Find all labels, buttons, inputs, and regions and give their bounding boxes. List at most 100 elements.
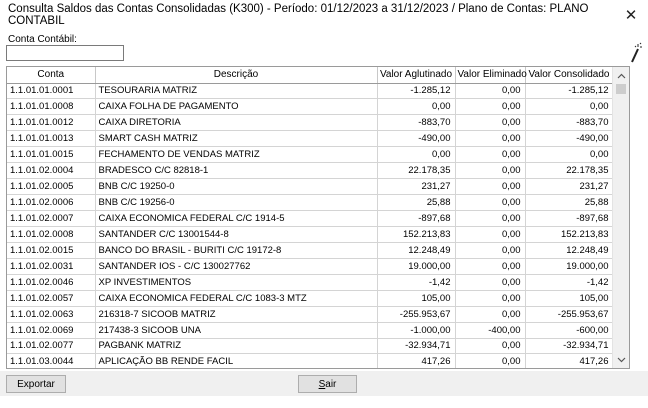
consolidated-value-cell: 105,00	[525, 290, 614, 307]
column-header-conta[interactable]: Conta	[7, 67, 96, 84]
aggregated-value-cell: 231,27	[377, 178, 456, 196]
account-code-cell: 1.1.01.01.0001	[7, 83, 96, 100]
table-row[interactable]: 1.1.01.01.0013 SMART CASH MATRIZ -490,00 0,…	[7, 130, 614, 148]
eliminated-value-cell: 0,00	[455, 162, 526, 180]
exit-button[interactable]: Sair	[298, 375, 357, 393]
consolidated-value-cell: -897,68	[525, 210, 614, 227]
eliminated-value-cell: 0,00	[455, 258, 526, 275]
table-row[interactable]: 1.1.01.02.0069 217438-3 SICOOB UNA -1.000,…	[7, 322, 614, 339]
description-cell: FECHAMENTO DE VENDAS MATRIZ	[95, 146, 378, 164]
title-bar: Consulta Saldos das Contas Consolidadas …	[0, 0, 648, 30]
account-filter-input[interactable]	[6, 45, 124, 61]
account-code-cell: 1.1.01.02.0063	[7, 306, 96, 323]
description-cell: CAIXA FOLHA DE PAGAMENTO	[95, 98, 378, 116]
description-cell: CAIXA DIRETORIA	[95, 114, 378, 132]
consolidated-value-cell: 25,88	[525, 194, 614, 211]
account-code-cell: 1.1.01.02.0015	[7, 242, 96, 259]
table-row[interactable]: 1.1.01.02.0005 BNB C/C 19250-0 231,27 0,00 2…	[7, 178, 614, 196]
description-cell: BNB C/C 19256-0	[95, 194, 378, 211]
column-header-valor-consolidado[interactable]: Valor Consolidado	[525, 67, 614, 84]
export-button[interactable]: Exportar	[6, 375, 66, 393]
account-code-cell: 1.1.01.01.0015	[7, 146, 96, 164]
aggregated-value-cell: 152.213,83	[377, 226, 456, 243]
description-cell: TESOURARIA MATRIZ	[95, 83, 378, 100]
eliminated-value-cell: 0,00	[455, 114, 526, 132]
consolidated-value-cell: 19.000,00	[525, 258, 614, 275]
eliminated-value-cell: 0,00	[455, 353, 526, 368]
account-filter-label: Conta Contábil:	[8, 34, 77, 45]
consolidated-value-cell: 152.213,83	[525, 226, 614, 243]
aggregated-value-cell: 0,00	[377, 146, 456, 164]
table-row[interactable]: 1.1.01.02.0046 XP INVESTIMENTOS -1,42 0,00-…	[7, 274, 614, 291]
account-code-cell: 1.1.01.03.0044	[7, 353, 96, 368]
aggregated-value-cell: 417,26	[377, 353, 456, 368]
table-row[interactable]: 1.1.01.02.0031 SANTANDER IOS - C/C 130027…	[7, 258, 614, 275]
description-cell: CAIXA ECONOMICA FEDERAL C/C 1914-5	[95, 210, 378, 227]
eliminated-value-cell: 0,00	[455, 146, 526, 164]
column-header-descricao[interactable]: Descrição	[95, 67, 378, 84]
aggregated-value-cell: -897,68	[377, 210, 456, 227]
table-row[interactable]: 1.1.01.02.0063 216318-7 SICOOB MATRIZ -255…	[7, 306, 614, 323]
table-row[interactable]: 1.1.01.02.0008 SANTANDER C/C 13001544-8 15…	[7, 226, 614, 243]
consolidated-value-cell: -1.285,12	[525, 83, 614, 100]
consolidated-value-cell: -490,00	[525, 130, 614, 148]
eliminated-value-cell: 0,00	[455, 98, 526, 116]
account-code-cell: 1.1.01.02.0007	[7, 210, 96, 227]
table-row[interactable]: 1.1.01.01.0015 FECHAMENTO DE VENDAS MATRI…	[7, 146, 614, 164]
column-header-valor-eliminado[interactable]: Valor Eliminado	[455, 67, 527, 84]
table-row[interactable]: 1.1.01.02.0006 BNB C/C 19256-0 25,88 0,00 25…	[7, 194, 614, 211]
account-code-cell: 1.1.01.01.0008	[7, 98, 96, 116]
description-cell: XP INVESTIMENTOS	[95, 274, 378, 291]
eliminated-value-cell: -400,00	[455, 322, 526, 339]
aggregated-value-cell: -32.934,71	[377, 338, 456, 355]
consolidated-value-cell: 0,00	[525, 98, 614, 116]
eliminated-value-cell: 0,00	[455, 226, 526, 243]
table-row[interactable]: 1.1.01.02.0007 CAIXA ECONOMICA FEDERAL C/…	[7, 210, 614, 227]
aggregated-value-cell: -255.953,67	[377, 306, 456, 323]
scrollbar-thumb[interactable]	[616, 84, 626, 94]
accounts-grid[interactable]: Conta Descrição Valor Aglutinado Valor E…	[6, 66, 630, 369]
table-row[interactable]: 1.1.01.01.0012 CAIXA DIRETORIA -883,70 0,00…	[7, 114, 614, 132]
eliminated-value-cell: 0,00	[455, 83, 526, 100]
window-title: Consulta Saldos das Contas Consolidadas …	[8, 3, 589, 27]
consolidated-value-cell: 417,26	[525, 353, 614, 368]
close-icon[interactable]: ✕	[620, 4, 642, 26]
eliminated-value-cell: 0,00	[455, 178, 526, 196]
consolidated-value-cell: -32.934,71	[525, 338, 614, 355]
column-header-valor-aglutinado[interactable]: Valor Aglutinado	[377, 67, 456, 84]
aggregated-value-cell: -1,42	[377, 274, 456, 291]
table-row[interactable]: 1.1.01.02.0015 BANCO DO BRASIL - BURITI C…	[7, 242, 614, 259]
description-cell: 217438-3 SICOOB UNA	[95, 322, 378, 339]
description-cell: SANTANDER C/C 13001544-8	[95, 226, 378, 243]
eliminated-value-cell: 0,00	[455, 130, 526, 148]
description-cell: SMART CASH MATRIZ	[95, 130, 378, 148]
aggregated-value-cell: 25,88	[377, 194, 456, 211]
consolidated-value-cell: 22.178,35	[525, 162, 614, 180]
account-code-cell: 1.1.01.02.0077	[7, 338, 96, 355]
table-row[interactable]: 1.1.01.02.0004 BRADESCO C/C 82818-1 22.178…	[7, 162, 614, 180]
description-cell: PAGBANK MATRIZ	[95, 338, 378, 355]
table-row[interactable]: 1.1.01.02.0057 CAIXA ECONOMICA FEDERAL C/…	[7, 290, 614, 307]
description-cell: CAIXA ECONOMICA FEDERAL C/C 1083-3 MTZ	[95, 290, 378, 307]
table-row[interactable]: 1.1.01.02.0077 PAGBANK MATRIZ -32.934,71 0,…	[7, 338, 614, 355]
account-code-cell: 1.1.01.02.0057	[7, 290, 96, 307]
table-header-row: Conta Descrição Valor Aglutinado Valor E…	[7, 67, 614, 84]
description-cell: BANCO DO BRASIL - BURITI C/C 19172-8	[95, 242, 378, 259]
consolidated-value-cell: -883,70	[525, 114, 614, 132]
table-row[interactable]: 1.1.01.03.0044 APLICAÇÃO BB RENDE FACIL 41…	[7, 353, 614, 368]
consolidated-value-cell: 12.248,49	[525, 242, 614, 259]
aggregated-value-cell: 22.178,35	[377, 162, 456, 180]
account-code-cell: 1.1.01.02.0008	[7, 226, 96, 243]
description-cell: APLICAÇÃO BB RENDE FACIL	[95, 353, 378, 368]
chevron-up-icon[interactable]	[613, 67, 629, 84]
magic-wand-icon[interactable]	[628, 42, 642, 64]
aggregated-value-cell: 19.000,00	[377, 258, 456, 275]
account-code-cell: 1.1.01.02.0031	[7, 258, 96, 275]
table-row[interactable]: 1.1.01.01.0001 TESOURARIA MATRIZ -1.285,12…	[7, 83, 614, 100]
chevron-down-icon[interactable]	[613, 351, 629, 368]
description-cell: BRADESCO C/C 82818-1	[95, 162, 378, 180]
consolidated-value-cell: -255.953,67	[525, 306, 614, 323]
account-code-cell: 1.1.01.01.0013	[7, 130, 96, 148]
vertical-scrollbar[interactable]	[612, 67, 629, 368]
table-row[interactable]: 1.1.01.01.0008 CAIXA FOLHA DE PAGAMENTO 0,…	[7, 98, 614, 116]
